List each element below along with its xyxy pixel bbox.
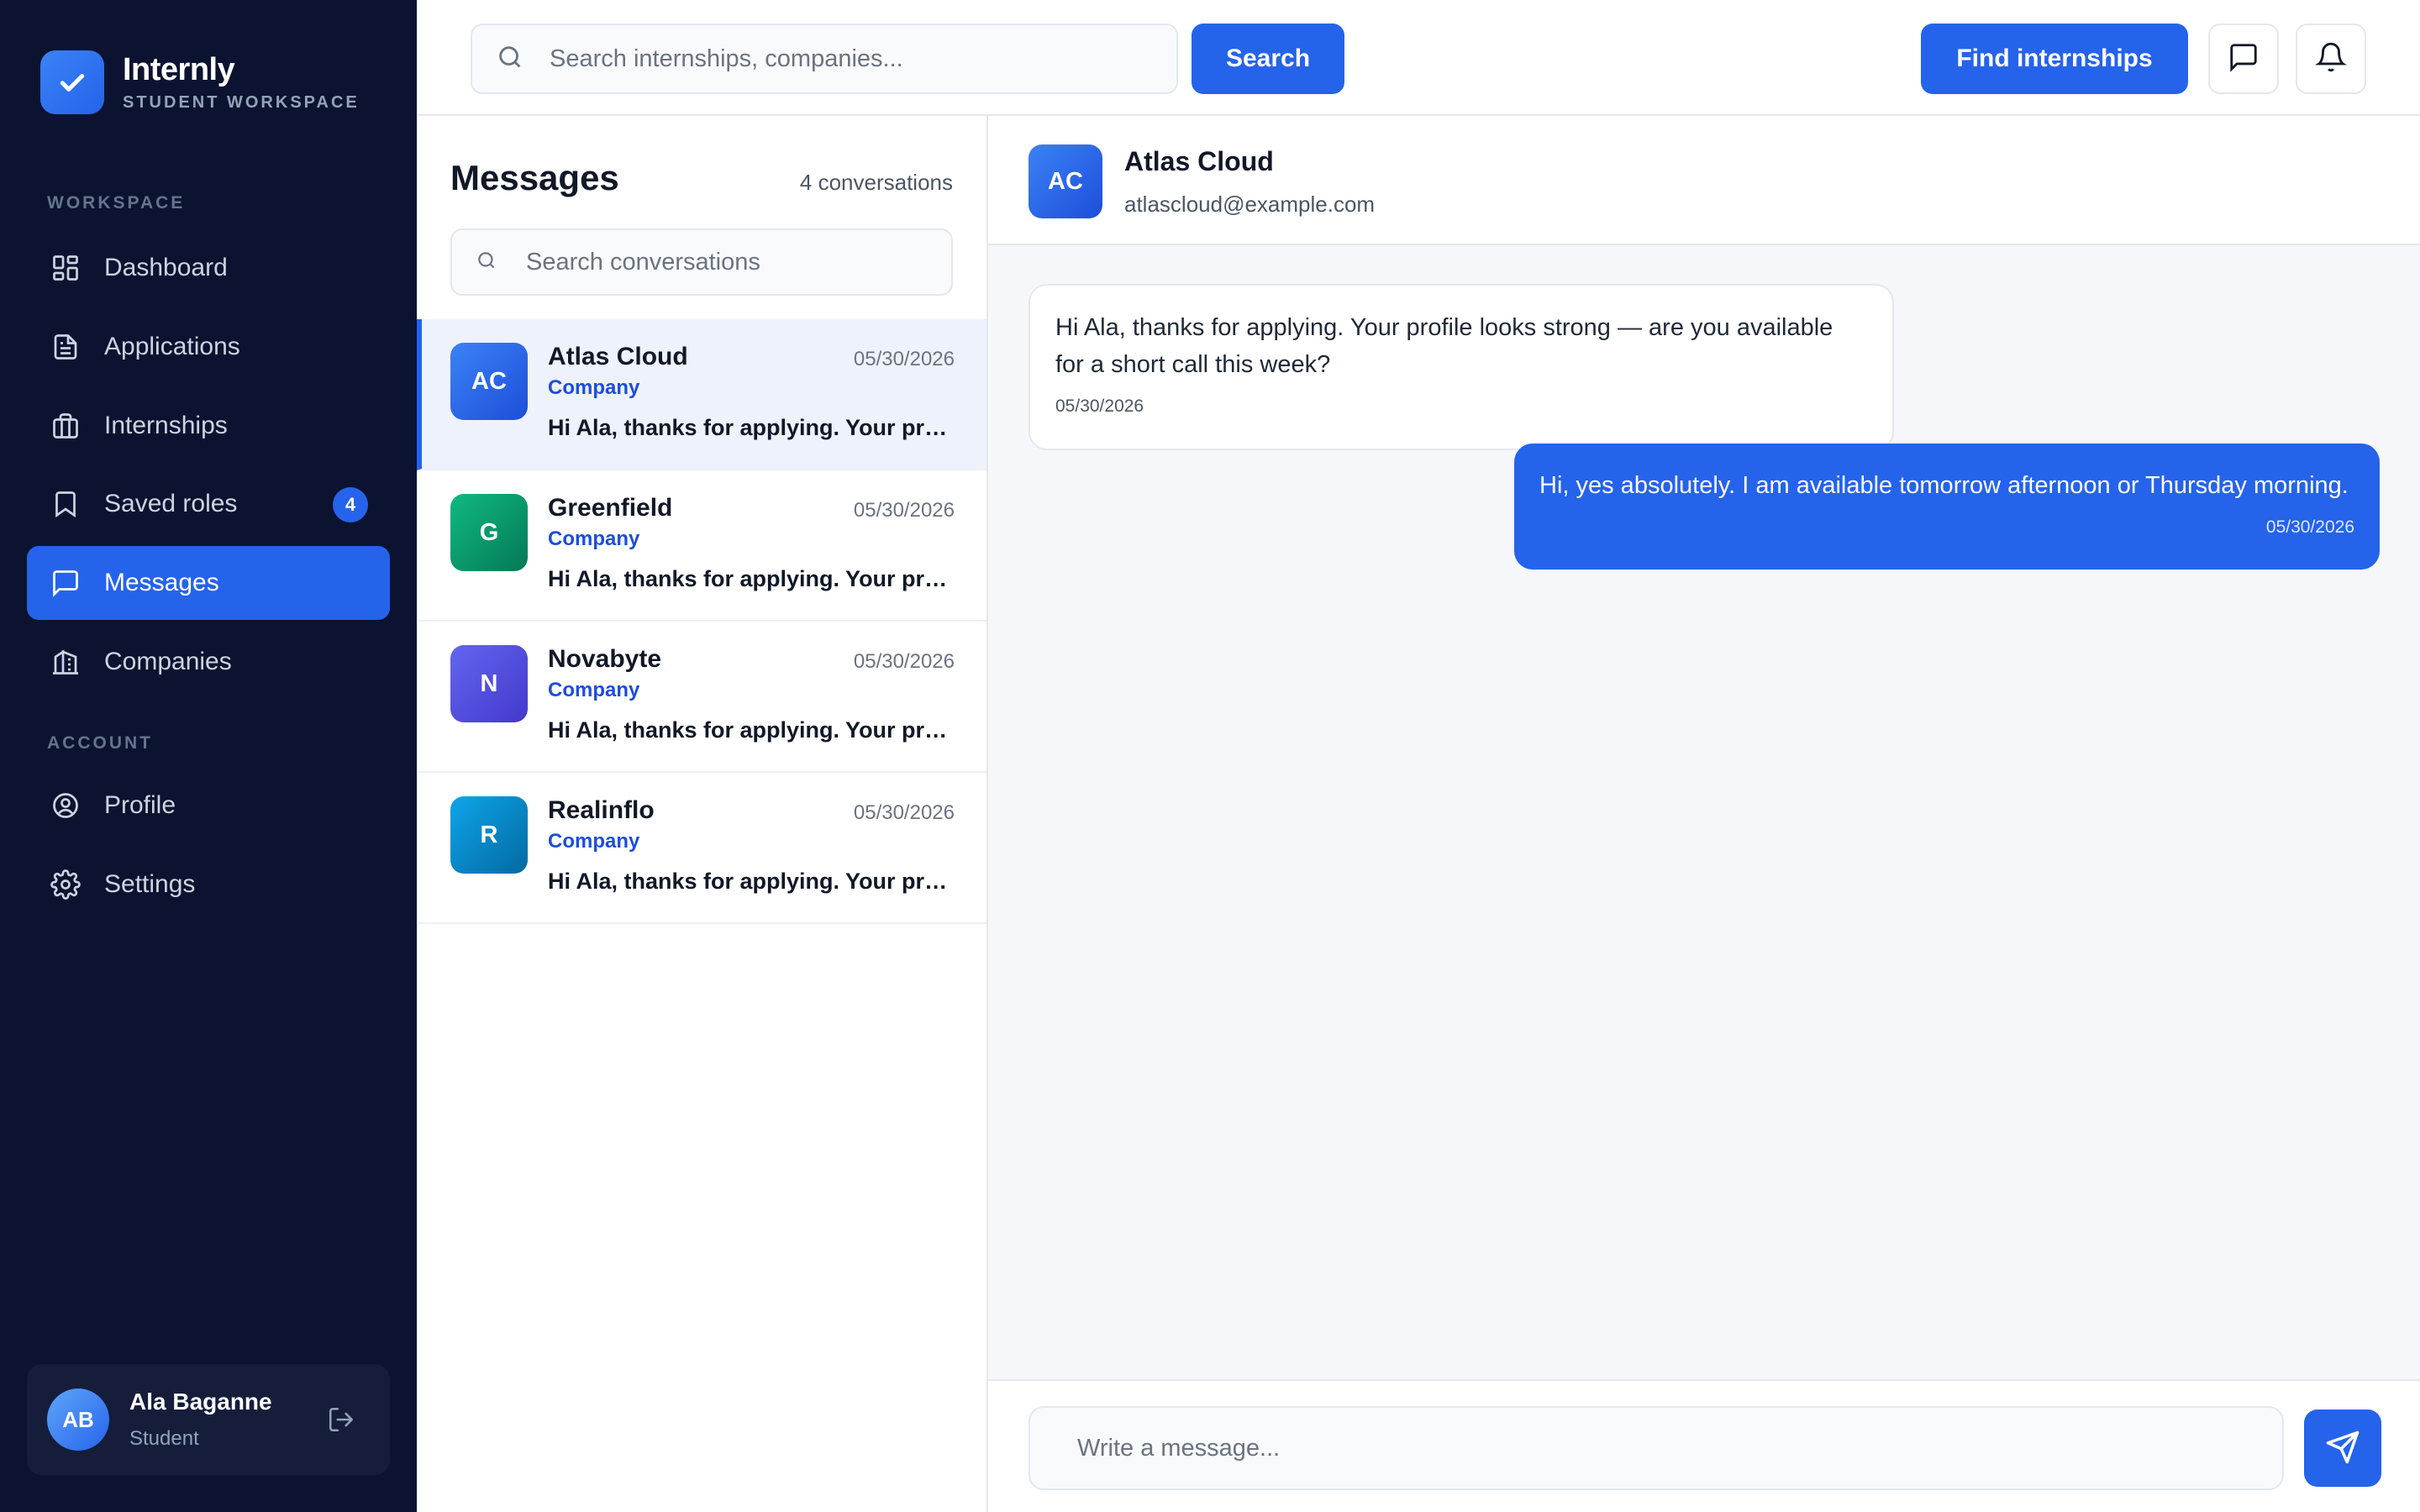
sidebar-item-label: Messages (104, 569, 219, 596)
conversation-date: 05/30/2026 (853, 801, 955, 824)
message-input[interactable] (1077, 1434, 2254, 1462)
nav-section-workspace: WORKSPACE (47, 193, 186, 213)
message-date: 05/30/2026 (2265, 517, 2354, 537)
conversation-tag: Company (548, 376, 640, 399)
gear-icon (49, 868, 82, 901)
nav-section-account: ACCOUNT (47, 733, 153, 753)
sidebar-item-companies[interactable]: Companies (27, 625, 390, 699)
conversation-date: 05/30/2026 (853, 348, 955, 370)
send-button[interactable] (2304, 1410, 2381, 1487)
message-bubble-outgoing: Hi, yes absolutely. I am available tomor… (1514, 444, 2380, 570)
user-name: Ala Baganne (129, 1389, 272, 1415)
building-icon (49, 645, 82, 679)
conversation-tag: Company (548, 528, 640, 550)
avatar: AB (47, 1389, 109, 1451)
search-button[interactable]: Search (1192, 24, 1344, 94)
message-icon (49, 566, 82, 600)
composer-field[interactable] (1028, 1406, 2284, 1490)
message-icon (2228, 41, 2260, 77)
sidebar-item-label: Internships (104, 412, 228, 439)
avatar: AC (450, 343, 528, 420)
notifications-button[interactable] (2296, 24, 2366, 94)
conversation-item[interactable]: AC Atlas Cloud 05/30/2026 Company Hi Ala… (417, 319, 986, 470)
search-input[interactable] (550, 45, 1138, 73)
message-date: 05/30/2026 (1055, 396, 1144, 416)
messages-button[interactable] (2208, 24, 2279, 94)
check-icon (40, 50, 104, 114)
conversation-search-input[interactable] (526, 248, 929, 276)
message-composer (988, 1379, 2420, 1512)
briefcase-icon (49, 409, 82, 443)
sidebar-item-internships[interactable]: Internships (27, 389, 390, 463)
sidebar-item-label: Profile (104, 791, 176, 819)
chat-contact-name: Atlas Cloud (1124, 146, 1274, 176)
page-title: Messages (450, 158, 619, 197)
message-text: Hi, yes absolutely. I am available tomor… (1539, 472, 2349, 499)
saved-roles-badge: 4 (333, 487, 368, 522)
avatar: G (450, 494, 528, 571)
send-icon (2325, 1430, 2360, 1467)
search-icon (496, 43, 524, 76)
conversation-search[interactable] (450, 228, 953, 296)
sidebar-item-applications[interactable]: Applications (27, 310, 390, 384)
sidebar-item-saved-roles[interactable]: Saved roles 4 (27, 467, 390, 541)
sidebar-item-label: Dashboard (104, 254, 228, 281)
sidebar-item-label: Applications (104, 333, 240, 360)
message-bubble-incoming: Hi Ala, thanks for applying. Your profil… (1028, 284, 1894, 450)
conversation-list-panel: Messages 4 conversations AC Atlas Cloud … (417, 116, 988, 1512)
chat-header: AC Atlas Cloud atlascloud@example.com (988, 116, 2420, 245)
brand-subtitle: STUDENT WORKSPACE (123, 93, 360, 112)
chat-panel: AC Atlas Cloud atlascloud@example.com Hi… (988, 116, 2420, 1512)
conversation-item[interactable]: N Novabyte 05/30/2026 Company Hi Ala, th… (417, 622, 986, 773)
avatar: AC (1028, 144, 1102, 218)
user-card[interactable]: AB Ala Baganne Student (27, 1364, 390, 1475)
bell-icon (2315, 41, 2347, 77)
brand-name: Internly (123, 52, 235, 87)
conversation-preview: Hi Ala, thanks for applying. Your profil… (548, 415, 955, 440)
topbar: Search Find internships (417, 0, 2420, 116)
bookmark-icon (49, 487, 82, 521)
app-root: Internly STUDENT WORKSPACE WORKSPACE Das… (0, 0, 2420, 1512)
sidebar-item-label: Settings (104, 870, 196, 898)
dashboard-icon (49, 251, 82, 285)
sidebar-item-label: Companies (104, 648, 232, 675)
sidebar-item-profile[interactable]: Profile (27, 769, 390, 843)
sidebar-item-settings[interactable]: Settings (27, 848, 390, 921)
sidebar-item-dashboard[interactable]: Dashboard (27, 231, 390, 305)
brand[interactable]: Internly STUDENT WORKSPACE (40, 50, 360, 114)
message-text: Hi Ala, thanks for applying. Your profil… (1055, 314, 1833, 378)
sidebar-item-label: Saved roles (104, 490, 238, 517)
sidebar-item-messages[interactable]: Messages (27, 546, 390, 620)
search-icon (476, 249, 497, 276)
find-internships-button[interactable]: Find internships (1921, 24, 2188, 94)
conversation-preview: Hi Ala, thanks for applying. Your profil… (548, 717, 955, 743)
conversation-tag: Company (548, 679, 640, 701)
global-search[interactable] (471, 24, 1178, 94)
chat-contact-email: atlascloud@example.com (1124, 192, 1376, 217)
avatar: N (450, 645, 528, 722)
conversation-item[interactable]: G Greenfield 05/30/2026 Company Hi Ala, … (417, 470, 986, 622)
user-circle-icon (49, 789, 82, 822)
conversation-item[interactable]: R Realinflo 05/30/2026 Company Hi Ala, t… (417, 773, 986, 924)
user-role: Student (129, 1427, 199, 1450)
conversation-date: 05/30/2026 (853, 650, 955, 673)
document-icon (49, 330, 82, 364)
conversation-preview: Hi Ala, thanks for applying. Your profil… (548, 566, 955, 591)
conversation-date: 05/30/2026 (853, 499, 955, 522)
conversation-preview: Hi Ala, thanks for applying. Your profil… (548, 869, 955, 894)
avatar: R (450, 796, 528, 874)
sidebar: Internly STUDENT WORKSPACE WORKSPACE Das… (0, 0, 417, 1512)
logout-icon[interactable] (323, 1401, 360, 1438)
conversation-tag: Company (548, 830, 640, 853)
conversation-count: 4 conversations (799, 170, 953, 195)
